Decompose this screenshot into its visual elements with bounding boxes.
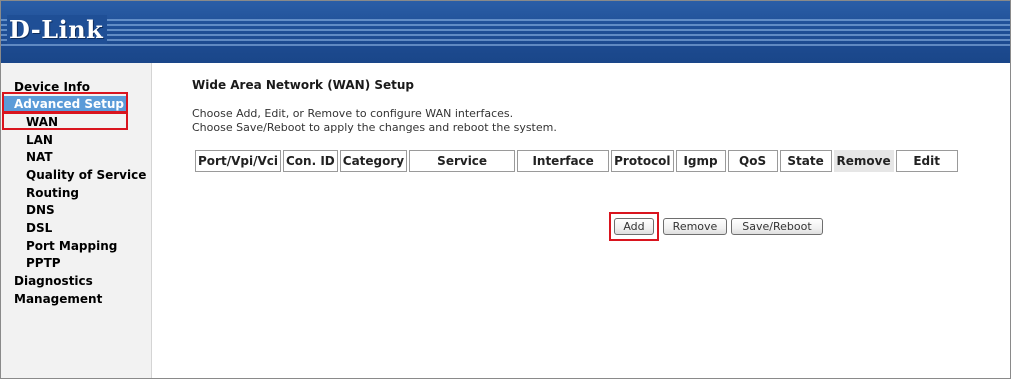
save-reboot-button[interactable]: Save/Reboot [731,218,823,235]
col-interface: Interface [517,150,610,172]
router-admin-window: D-Link Device Info Advanced Setup WAN LA… [0,0,1011,379]
col-port-vpi-vci: Port/Vpi/Vci [195,150,281,172]
col-qos: QoS [727,150,778,172]
col-category: Category [339,150,408,172]
col-state: State [779,150,832,172]
highlight-wan [2,111,128,130]
sidebar-item-diagnostics[interactable]: Diagnostics [14,273,93,290]
sidebar: Device Info Advanced Setup WAN LAN NAT Q… [1,63,152,378]
col-protocol: Protocol [611,150,674,172]
sidebar-item-dns[interactable]: DNS [26,202,55,219]
col-igmp: Igmp [675,150,726,172]
sidebar-item-pptp[interactable]: PPTP [26,255,61,272]
sidebar-item-dsl[interactable]: DSL [26,220,52,237]
page-title: Wide Area Network (WAN) Setup [192,78,415,92]
sidebar-item-management[interactable]: Management [14,291,102,308]
dlink-logo: D-Link [7,15,108,44]
sidebar-item-routing[interactable]: Routing [26,185,79,202]
description-line-2: Choose Save/Reboot to apply the changes … [192,121,557,134]
sidebar-item-port-mapping[interactable]: Port Mapping [26,238,117,255]
col-con-id: Con. ID [283,150,338,172]
description-line-1: Choose Add, Edit, or Remove to configure… [192,107,514,120]
main-content: Wide Area Network (WAN) Setup Choose Add… [153,63,1010,378]
sidebar-item-nat[interactable]: NAT [26,149,53,166]
banner-stripes [1,19,1010,49]
sidebar-item-quality-of-service[interactable]: Quality of Service [26,167,146,184]
wan-interfaces-table: Port/Vpi/Vci Con. ID Category Service In… [193,148,960,174]
remove-button[interactable]: Remove [663,218,727,235]
add-button[interactable]: Add [614,218,654,235]
header-banner: D-Link [1,1,1010,63]
col-service: Service [409,150,516,172]
sidebar-item-lan[interactable]: LAN [26,132,53,149]
col-edit: Edit [895,150,958,172]
col-remove: Remove [833,150,894,172]
table-header-row: Port/Vpi/Vci Con. ID Category Service In… [195,150,958,172]
